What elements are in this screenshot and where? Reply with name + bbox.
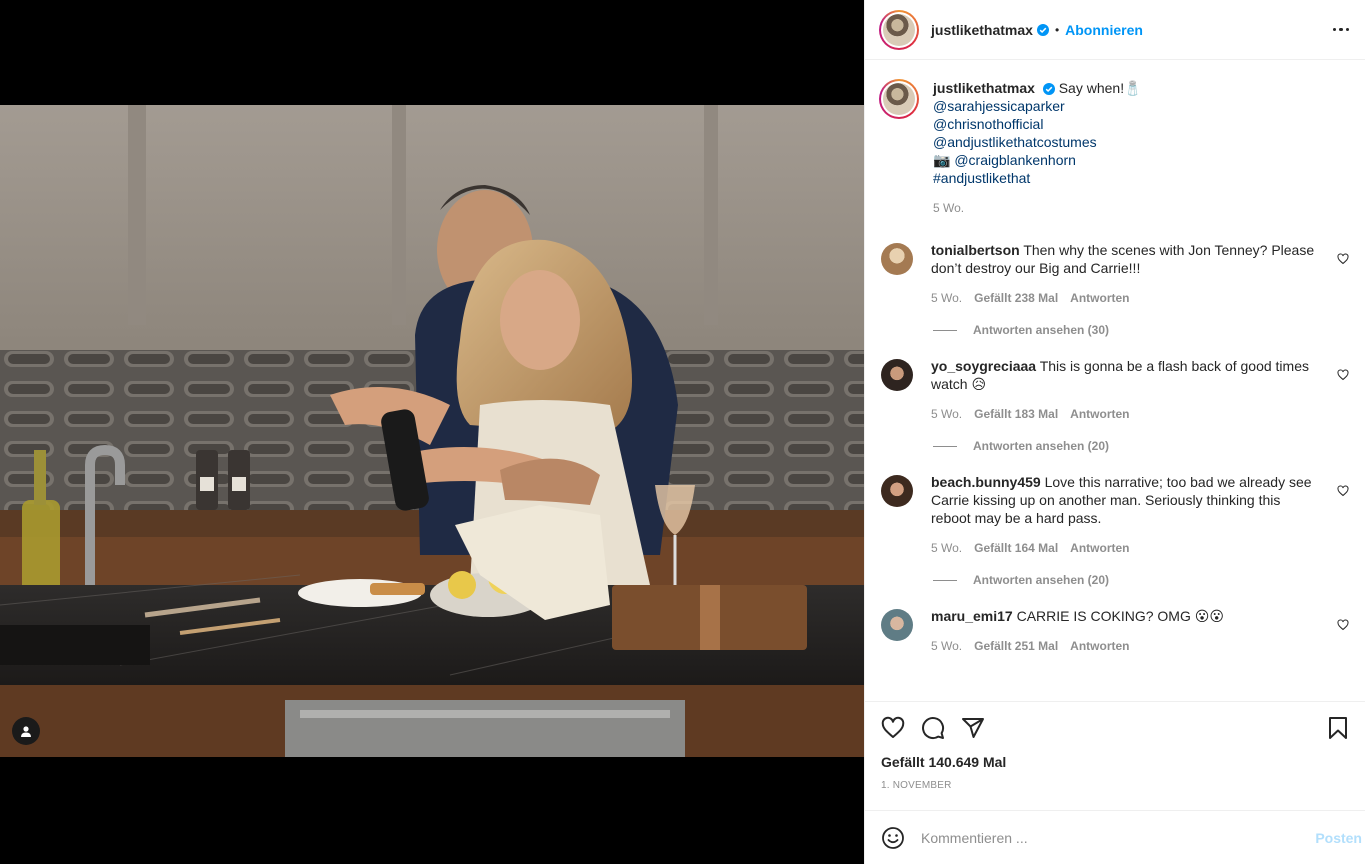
mention-link[interactable]: @andjustlikethatcostumes bbox=[933, 133, 1323, 151]
author-avatar[interactable] bbox=[879, 9, 919, 50]
comments-list[interactable]: justlikethatmax Say when!🧂 @sarahjessica… bbox=[865, 61, 1365, 701]
hashtag-link[interactable]: #andjustlikethat bbox=[933, 169, 1323, 187]
comment-item: maru_emi17 CARRIE IS COKING? OMG 😮😮 5 Wo… bbox=[879, 607, 1349, 653]
comment-like-heart-icon[interactable] bbox=[1337, 485, 1349, 497]
commenter-avatar[interactable] bbox=[881, 359, 913, 391]
comment-input[interactable] bbox=[921, 829, 1316, 846]
verified-badge-icon bbox=[1036, 23, 1049, 36]
post-media bbox=[0, 0, 864, 864]
comment-age[interactable]: 5 Wo. bbox=[931, 291, 962, 305]
comment-composer: Posten bbox=[865, 810, 1365, 864]
comment-age[interactable]: 5 Wo. bbox=[931, 639, 962, 653]
commenter-avatar[interactable] bbox=[881, 609, 913, 641]
mention-link[interactable]: @sarahjessicaparker bbox=[933, 97, 1323, 115]
reply-button[interactable]: Antworten bbox=[1070, 639, 1129, 653]
post-date[interactable]: 1. November bbox=[881, 780, 1349, 791]
comment-text: CARRIE IS COKING? OMG 😮😮 bbox=[1016, 608, 1224, 624]
comment-item: tonialbertson Then why the scenes with J… bbox=[879, 241, 1349, 337]
comment-likes[interactable]: Gefällt 164 Mal bbox=[974, 541, 1058, 555]
post-side-panel: justlikethatmax • Abonnieren justliketha… bbox=[864, 0, 1365, 864]
view-replies-button[interactable]: Antworten ansehen (20) bbox=[933, 439, 1323, 453]
comment-likes[interactable]: Gefällt 238 Mal bbox=[974, 291, 1058, 305]
comment-username[interactable]: tonialbertson bbox=[931, 242, 1020, 258]
caption-username[interactable]: justlikethatmax bbox=[933, 80, 1035, 96]
comment-likes[interactable]: Gefällt 251 Mal bbox=[974, 639, 1058, 653]
follow-button[interactable]: Abonnieren bbox=[1065, 22, 1143, 38]
comment-like-heart-icon[interactable] bbox=[1337, 253, 1349, 265]
commenter-avatar[interactable] bbox=[881, 243, 913, 275]
post-photo[interactable] bbox=[0, 105, 864, 757]
bookmark-icon[interactable] bbox=[1327, 716, 1349, 740]
mention-link[interactable]: @chrisnothofficial bbox=[933, 115, 1323, 133]
comment-item: beach.bunny459 Love this narrative; too … bbox=[879, 473, 1349, 587]
heart-icon[interactable] bbox=[881, 716, 905, 740]
tagged-users-button[interactable] bbox=[12, 717, 40, 745]
paper-plane-icon[interactable] bbox=[961, 716, 985, 740]
reply-button[interactable]: Antworten bbox=[1070, 541, 1129, 555]
verified-badge-icon bbox=[1042, 83, 1055, 95]
post-like-count[interactable]: Gefällt 140.649 Mal bbox=[881, 754, 1349, 770]
camera-icon: 📷 bbox=[933, 152, 951, 168]
comment-age[interactable]: 5 Wo. bbox=[931, 407, 962, 421]
commenter-avatar[interactable] bbox=[881, 475, 913, 507]
view-replies-label: Antworten ansehen (20) bbox=[973, 439, 1110, 453]
comment-like-heart-icon[interactable] bbox=[1337, 369, 1349, 381]
view-replies-button[interactable]: Antworten ansehen (30) bbox=[933, 323, 1323, 337]
comment-username[interactable]: maru_emi17 bbox=[931, 608, 1013, 624]
comment-age[interactable]: 5 Wo. bbox=[931, 541, 962, 555]
person-tag-icon bbox=[21, 726, 31, 737]
comment-username[interactable]: yo_soygreciaaa bbox=[931, 358, 1036, 374]
caption-avatar[interactable] bbox=[879, 79, 919, 119]
view-replies-label: Antworten ansehen (30) bbox=[973, 323, 1110, 337]
comment-username[interactable]: beach.bunny459 bbox=[931, 474, 1041, 490]
post-actions-area: Gefällt 140.649 Mal 1. November bbox=[865, 701, 1365, 791]
comment-like-heart-icon[interactable] bbox=[1337, 619, 1349, 631]
caption: justlikethatmax Say when!🧂 @sarahjessica… bbox=[879, 79, 1349, 215]
author-username[interactable]: justlikethatmax bbox=[931, 22, 1033, 38]
view-replies-label: Antworten ansehen (20) bbox=[973, 573, 1110, 587]
reply-button[interactable]: Antworten bbox=[1070, 407, 1129, 421]
comment-item: yo_soygreciaaa This is gonna be a flash … bbox=[879, 357, 1349, 453]
view-replies-button[interactable]: Antworten ansehen (20) bbox=[933, 573, 1323, 587]
comment-likes[interactable]: Gefällt 183 Mal bbox=[974, 407, 1058, 421]
photo-credit-link[interactable]: @craigblankenhorn bbox=[954, 152, 1076, 168]
post-comment-button[interactable]: Posten bbox=[1315, 830, 1362, 846]
caption-text: Say when!🧂 bbox=[1058, 80, 1142, 96]
emoji-smiley-icon[interactable] bbox=[881, 826, 905, 850]
post-header: justlikethatmax • Abonnieren bbox=[865, 0, 1365, 60]
reply-button[interactable]: Antworten bbox=[1070, 291, 1129, 305]
caption-age[interactable]: 5 Wo. bbox=[933, 201, 964, 215]
comment-bubble-icon[interactable] bbox=[921, 716, 945, 740]
more-options-icon[interactable] bbox=[1332, 27, 1349, 32]
instagram-post-modal: justlikethatmax • Abonnieren justliketha… bbox=[0, 0, 1365, 864]
header-separator: • bbox=[1054, 22, 1060, 37]
post-action-bar bbox=[881, 702, 1349, 754]
